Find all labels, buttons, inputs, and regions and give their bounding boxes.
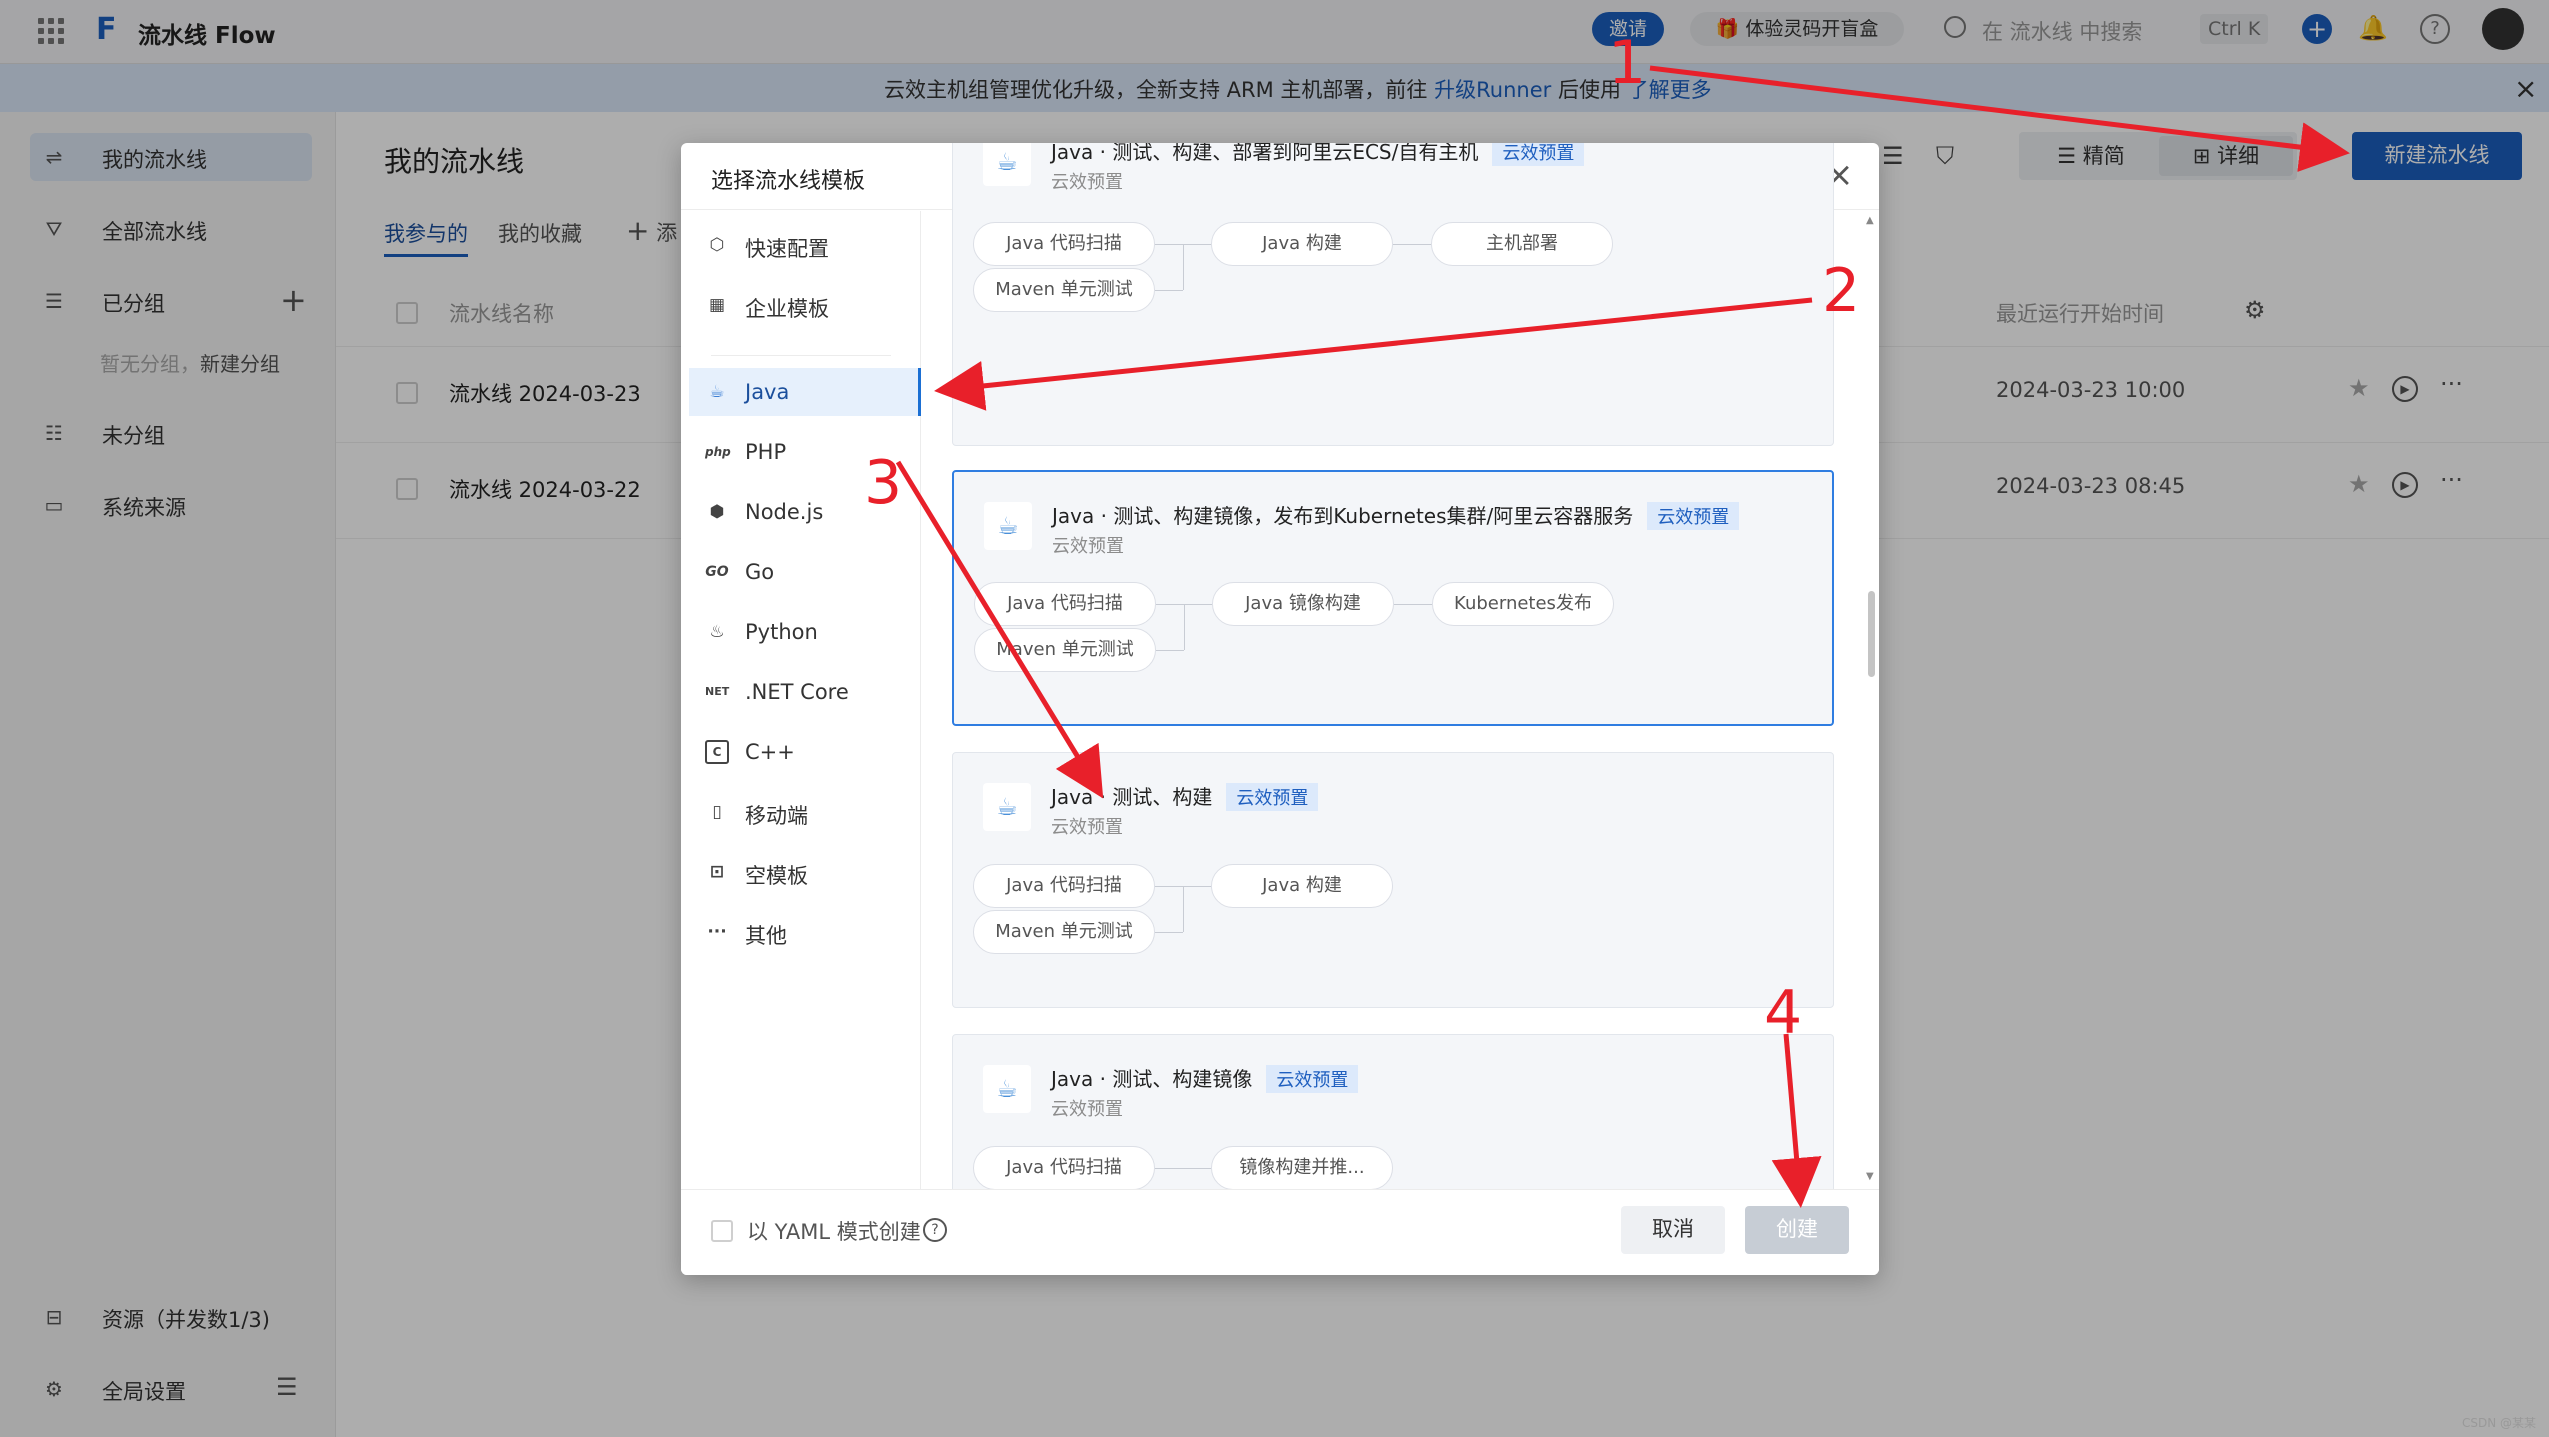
annotation-label-2: 2 [1822,256,1861,326]
annotation-label-3: 3 [864,448,903,518]
arrow-4 [1771,1033,1822,1208]
watermark: CSDN @某某 [2462,1416,2537,1430]
annotation-label-1: 1 [1608,28,1647,98]
arrow-2 [934,297,1813,411]
arrow-3 [895,460,1104,799]
annotation-label-4: 4 [1764,978,1803,1048]
annotation-arrows [895,65,2350,1208]
arrow-1 [1649,65,2350,172]
